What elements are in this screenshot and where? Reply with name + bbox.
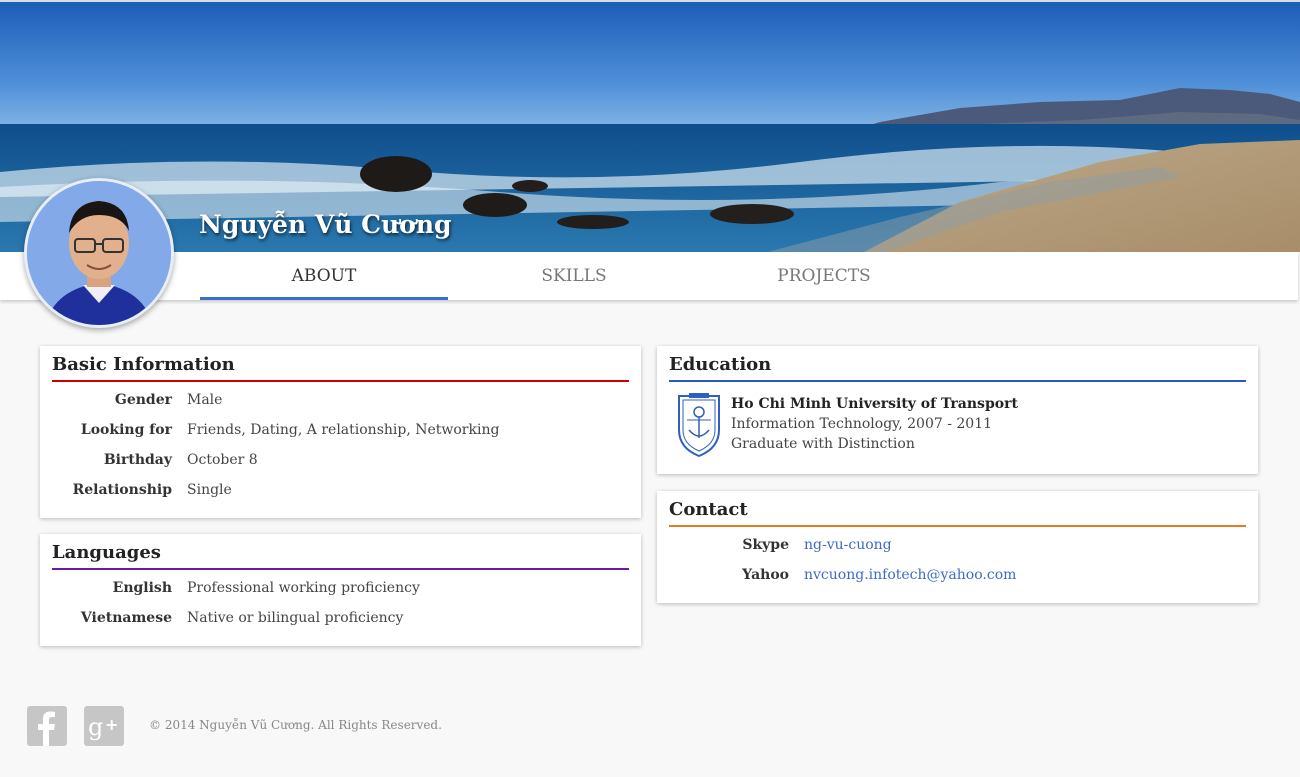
basic-information-card: Basic Information Gender Male Looking fo… [40,346,641,518]
yahoo-email-link[interactable]: nvcuong.infotech@yahoo.com [804,565,1016,595]
info-label: Looking for [80,422,172,438]
profile-name: Nguyễn Vũ Cương [199,210,452,239]
google-plus-button[interactable]: g + [84,706,124,746]
tab-projects[interactable]: PROJECTS [700,252,948,300]
info-value: Friends, Dating, A relationship, Network… [187,422,500,438]
education-entry: Ho Chi Minh University of Transport Info… [669,390,1246,458]
facebook-button[interactable] [27,706,67,746]
svg-text:g: g [88,713,103,741]
languages-card: Languages English Professional working p… [40,534,641,646]
basic-information-table: Gender Male Looking for Friends, Dating,… [52,390,629,510]
program-text: Information Technology, 2007 - 2011 [731,416,993,432]
languages-title: Languages [52,534,629,570]
university-logo-icon [678,393,720,458]
tab-about[interactable]: ABOUT [200,252,448,300]
tab-skills[interactable]: SKILLS [450,252,698,300]
info-value: Single [187,482,232,498]
copyright-text: © 2014 Nguyễn Vũ Cương. All Rights Reser… [149,718,442,732]
contact-label: Skype [742,537,789,553]
contact-card: Contact Skype ng-vu-cuong Yahoo nvcuong.… [657,491,1258,603]
cover-photo [0,0,1300,252]
language-row-english: English Professional working proficiency [52,578,629,608]
skype-link[interactable]: ng-vu-cuong [804,535,892,565]
graduation-note: Graduate with Distinction [731,436,915,452]
education-details: Ho Chi Minh University of Transport Info… [731,390,1018,458]
language-value: Professional working proficiency [187,580,420,596]
language-value: Native or bilingual proficiency [187,610,404,626]
contact-label: Yahoo [742,567,789,583]
education-title: Education [669,346,1246,382]
info-row-birthday: Birthday October 8 [52,450,629,480]
language-label: English [112,580,172,596]
contact-table: Skype ng-vu-cuong Yahoo nvcuong.infotech… [669,535,1246,595]
contact-row-skype: Skype ng-vu-cuong [669,535,1246,565]
languages-table: English Professional working proficiency… [52,578,629,638]
info-label: Relationship [72,482,172,498]
info-row-looking-for: Looking for Friends, Dating, A relations… [52,420,629,450]
google-plus-icon: g + [88,713,118,741]
info-label: Gender [114,392,172,408]
basic-information-title: Basic Information [52,346,629,382]
profile-photo [27,181,171,325]
info-label: Birthday [103,452,172,468]
info-value: October 8 [187,452,258,468]
school-name: Ho Chi Minh University of Transport [731,396,1018,412]
info-value: Male [187,392,223,408]
education-card: Education Ho Chi Minh University of Tran… [657,346,1258,474]
contact-title: Contact [669,491,1246,527]
language-row-vietnamese: Vietnamese Native or bilingual proficien… [52,608,629,638]
avatar [24,178,174,328]
language-label: Vietnamese [80,610,172,626]
info-row-relationship: Relationship Single [52,480,629,510]
facebook-icon [38,711,55,746]
beach-landscape-image [0,2,1300,252]
info-row-gender: Gender Male [52,390,629,420]
profile-nav-bar: ABOUT SKILLS PROJECTS [0,252,1298,300]
svg-text:+: + [105,715,118,734]
contact-row-yahoo: Yahoo nvcuong.infotech@yahoo.com [669,565,1246,595]
